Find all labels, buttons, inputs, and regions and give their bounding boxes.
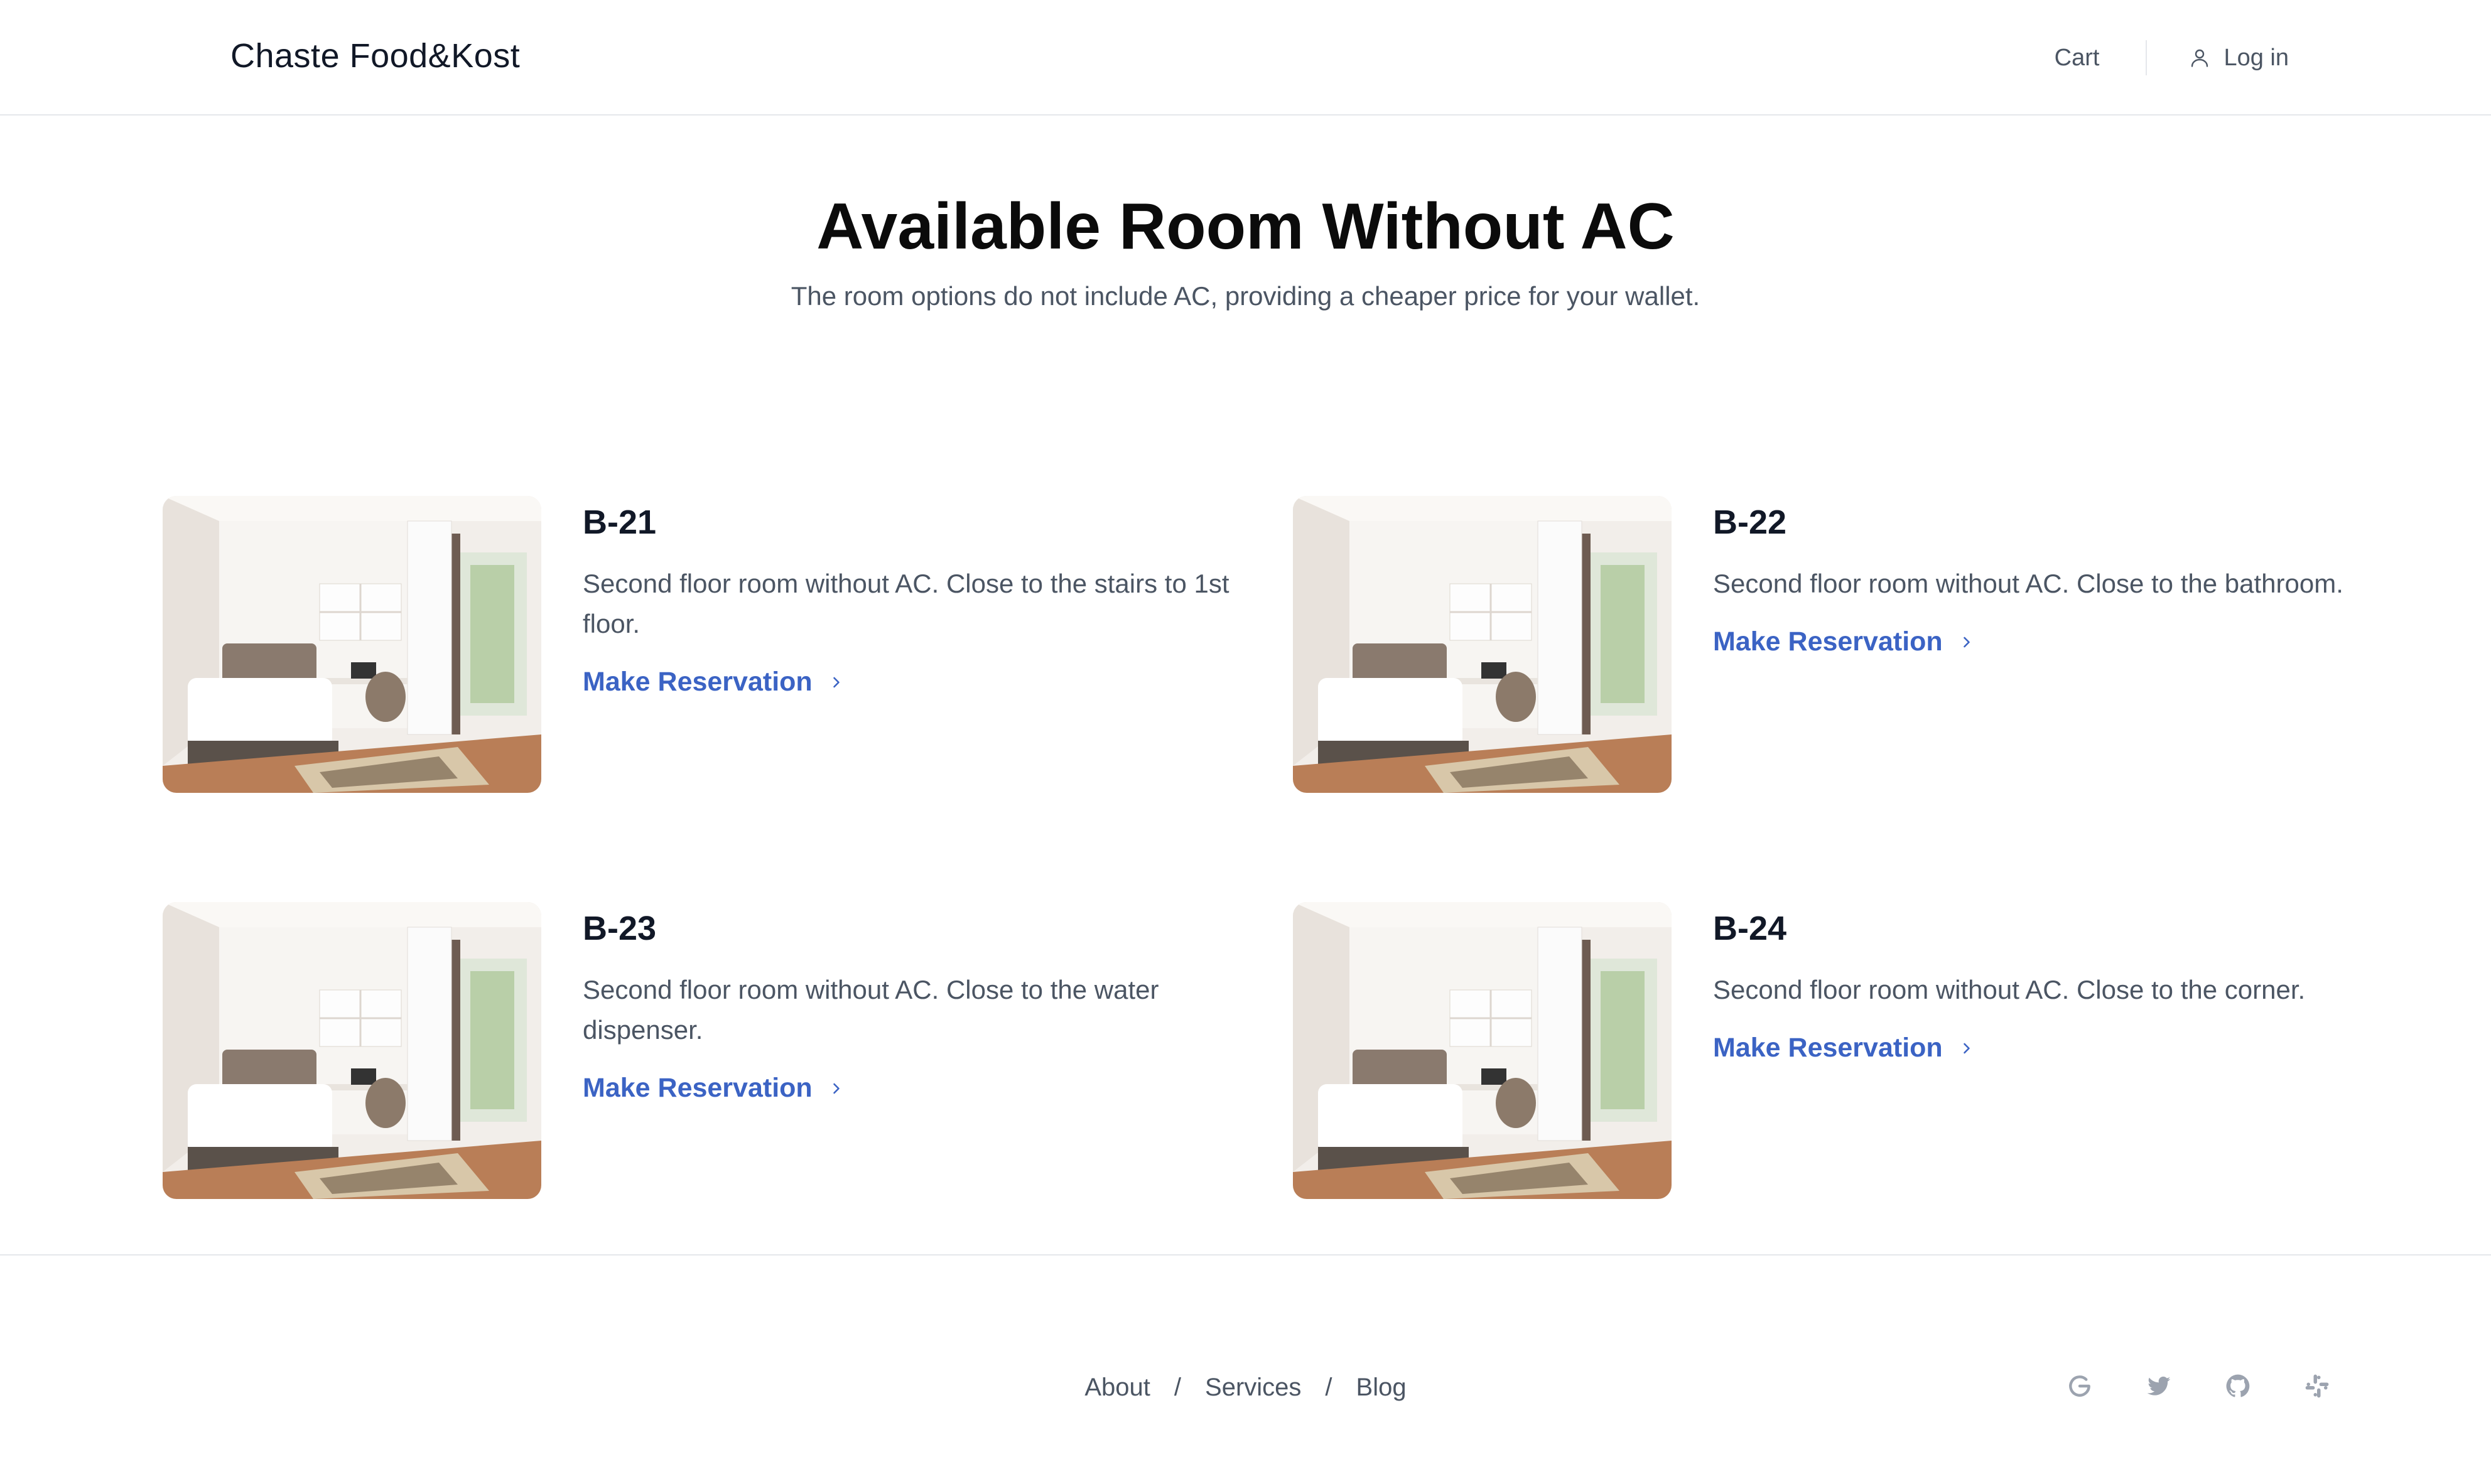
make-reservation-link[interactable]: Make Reservation [1713,626,2360,657]
room-image [1293,496,1672,793]
room-name: B-23 [583,910,657,947]
room-name: B-21 [583,503,657,541]
cart-link[interactable]: Cart [2055,45,2100,72]
chevron-right-icon [828,1080,845,1097]
make-reservation-link[interactable]: Make Reservation [583,1073,1229,1104]
page-subtitle: The room options do not include AC, prov… [791,281,1700,311]
make-reservation-label: Make Reservation [1713,626,1943,657]
header-nav: Cart Log in [2055,39,2289,77]
room-description: Second floor room without AC. Close to t… [1713,975,2306,1004]
room-card-b24: B-24 Second floor room without AC. Close… [1293,902,2360,1203]
room-info: B-23 Second floor room without AC. Close… [583,902,1229,1104]
chevron-right-icon [828,674,845,691]
github-icon[interactable] [2224,1372,2252,1400]
room-image [163,496,541,793]
brand-logo[interactable]: Chaste Food&Kost [230,36,520,75]
room-card-b22: B-22 Second floor room without AC. Close… [1293,496,2360,797]
room-description: Second floor room without AC. Close to t… [1713,569,2343,598]
user-icon [2188,46,2211,70]
room-description: Second floor room without AC. Close to t… [583,975,1159,1045]
room-description: Second floor room without AC. Close to t… [583,569,1229,638]
twitter-icon[interactable] [2145,1372,2173,1400]
room-card-b23: B-23 Second floor room without AC. Close… [163,902,1230,1203]
room-card-b21: B-21 Second floor room without AC. Close… [163,496,1230,797]
slack-icon[interactable] [2303,1372,2331,1400]
make-reservation-link[interactable]: Make Reservation [1713,1033,2360,1063]
nav-divider [2146,40,2148,75]
social-links [2066,1372,2331,1400]
google-icon[interactable] [2066,1372,2094,1400]
room-image [1293,902,1672,1199]
hero-section: Available Room Without AC The room optio… [0,186,2491,311]
make-reservation-link[interactable]: Make Reservation [583,667,1229,697]
make-reservation-label: Make Reservation [583,667,813,697]
room-info: B-22 Second floor room without AC. Close… [1713,496,2360,657]
footer-separator: / [1174,1374,1182,1401]
footer-link-about[interactable]: About [1084,1374,1150,1401]
chevron-right-icon [1958,1040,1975,1057]
room-info: B-24 Second floor room without AC. Close… [1713,902,2360,1063]
footer-link-services[interactable]: Services [1205,1374,1301,1401]
make-reservation-label: Make Reservation [583,1073,813,1103]
room-info: B-21 Second floor room without AC. Close… [583,496,1229,697]
footer-separator: / [1325,1374,1332,1401]
make-reservation-label: Make Reservation [1713,1033,1943,1063]
site-header: Chaste Food&Kost Cart Log in [0,0,2491,116]
login-link[interactable]: Log in [2188,45,2289,72]
room-image [163,902,541,1199]
chevron-right-icon [1958,633,1975,651]
login-label: Log in [2224,44,2289,71]
page-title: Available Room Without AC [816,190,1675,263]
footer-link-blog[interactable]: Blog [1356,1374,1407,1401]
room-name: B-22 [1713,503,1787,541]
room-name: B-24 [1713,910,1787,947]
footer-divider [0,1254,2491,1255]
